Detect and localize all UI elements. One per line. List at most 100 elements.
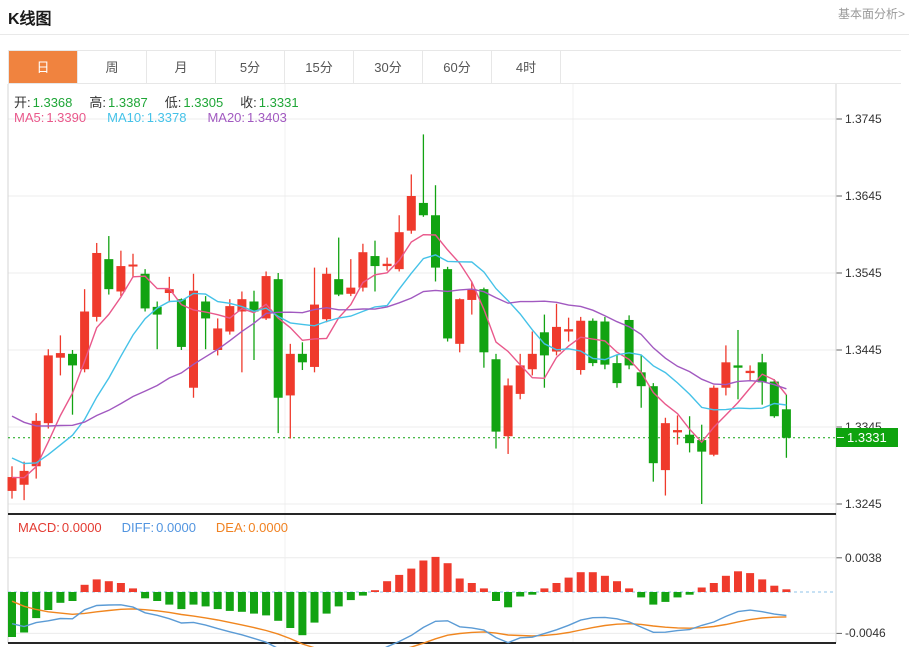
macd-bar: [758, 579, 767, 592]
macd-bar: [371, 590, 379, 592]
candle-body: [503, 385, 513, 437]
candle[interactable]: [116, 250, 126, 297]
candle[interactable]: [503, 378, 513, 454]
macd-bar: [600, 575, 609, 592]
fundamental-analysis-link[interactable]: 基本面分析>: [838, 5, 905, 22]
candle[interactable]: [491, 353, 501, 449]
candle[interactable]: [721, 345, 731, 396]
candle[interactable]: [443, 266, 453, 342]
candle[interactable]: [709, 385, 719, 457]
macd-bar: [431, 556, 440, 592]
tab-60分[interactable]: 60分: [423, 51, 492, 83]
macd-bar: [165, 592, 174, 605]
candle[interactable]: [636, 355, 646, 408]
candle[interactable]: [104, 236, 114, 295]
macd-bar: [68, 592, 77, 601]
candle[interactable]: [43, 349, 53, 429]
tab-30分[interactable]: 30分: [354, 51, 423, 83]
candle[interactable]: [189, 273, 198, 398]
candle[interactable]: [697, 424, 707, 504]
macd-bar: [552, 583, 561, 592]
candle[interactable]: [346, 259, 356, 297]
candles-group[interactable]: [7, 134, 791, 504]
candle[interactable]: [7, 466, 17, 499]
macd-bar: [8, 592, 16, 637]
macd-bar: [540, 588, 549, 592]
candle[interactable]: [745, 365, 755, 381]
macd-bar: [479, 588, 488, 592]
tab-4时[interactable]: 4时: [492, 51, 561, 83]
macd-bar: [383, 581, 392, 592]
candle[interactable]: [612, 355, 622, 388]
macd-bar: [637, 592, 646, 598]
candle[interactable]: [576, 316, 586, 375]
macd-bar: [310, 592, 319, 623]
macd-bar: [564, 577, 573, 592]
candle[interactable]: [285, 343, 295, 439]
candle[interactable]: [370, 240, 380, 292]
ma20-line: [11, 288, 787, 427]
candle[interactable]: [418, 134, 428, 217]
candle[interactable]: [648, 383, 658, 482]
candle[interactable]: [624, 315, 634, 370]
candle[interactable]: [685, 416, 695, 453]
candle[interactable]: [673, 415, 682, 445]
candle-body: [781, 409, 791, 438]
candle-body: [648, 386, 658, 464]
candle[interactable]: [660, 417, 670, 496]
candle[interactable]: [467, 281, 477, 315]
candle[interactable]: [527, 331, 537, 376]
macd-bar: [721, 575, 730, 592]
candle[interactable]: [455, 298, 465, 353]
macd-bar: [129, 588, 137, 592]
macd-bar: [104, 581, 113, 592]
candle-body: [455, 299, 465, 344]
macd-bar: [177, 592, 186, 610]
candle[interactable]: [539, 314, 549, 388]
candle-body: [769, 381, 779, 417]
tab-周[interactable]: 周: [78, 51, 147, 83]
candle[interactable]: [68, 350, 77, 415]
candle-body: [757, 362, 767, 383]
candle-body: [68, 353, 77, 366]
candle[interactable]: [273, 273, 283, 434]
candle-body: [431, 215, 440, 268]
macd-bar: [419, 560, 428, 592]
kline-chart-canvas[interactable]: [0, 0, 909, 647]
macd-bar: [504, 592, 513, 608]
candle[interactable]: [564, 317, 574, 342]
candle-body: [370, 256, 380, 267]
candle[interactable]: [55, 335, 65, 376]
candle[interactable]: [322, 267, 332, 323]
macd-bar: [685, 592, 694, 595]
candle[interactable]: [406, 174, 416, 234]
candle[interactable]: [19, 461, 29, 501]
tab-5分[interactable]: 5分: [216, 51, 285, 83]
tab-月[interactable]: 月: [147, 51, 216, 83]
tab-日[interactable]: 日: [9, 51, 78, 83]
candle[interactable]: [431, 185, 440, 282]
macd-bar: [80, 584, 89, 592]
candle[interactable]: [757, 353, 767, 405]
candle[interactable]: [733, 329, 743, 400]
macd-bar: [709, 583, 718, 592]
candle[interactable]: [201, 296, 211, 350]
macd-bar: [274, 592, 283, 621]
candle[interactable]: [358, 243, 368, 292]
candle[interactable]: [92, 242, 102, 322]
macd-bar: [56, 592, 65, 603]
candle-body: [189, 290, 198, 388]
macd-bar: [225, 592, 234, 611]
candle[interactable]: [334, 237, 344, 297]
candle[interactable]: [310, 267, 319, 373]
header-divider: [0, 34, 909, 35]
tab-15分[interactable]: 15分: [285, 51, 354, 83]
macd-bar: [262, 592, 271, 616]
candle-body: [7, 477, 17, 491]
macd-bar: [492, 592, 500, 601]
macd-bar: [116, 583, 125, 592]
candle[interactable]: [479, 287, 489, 368]
macd-bar: [153, 592, 162, 601]
macd-bar: [576, 572, 585, 592]
candle[interactable]: [297, 342, 307, 371]
